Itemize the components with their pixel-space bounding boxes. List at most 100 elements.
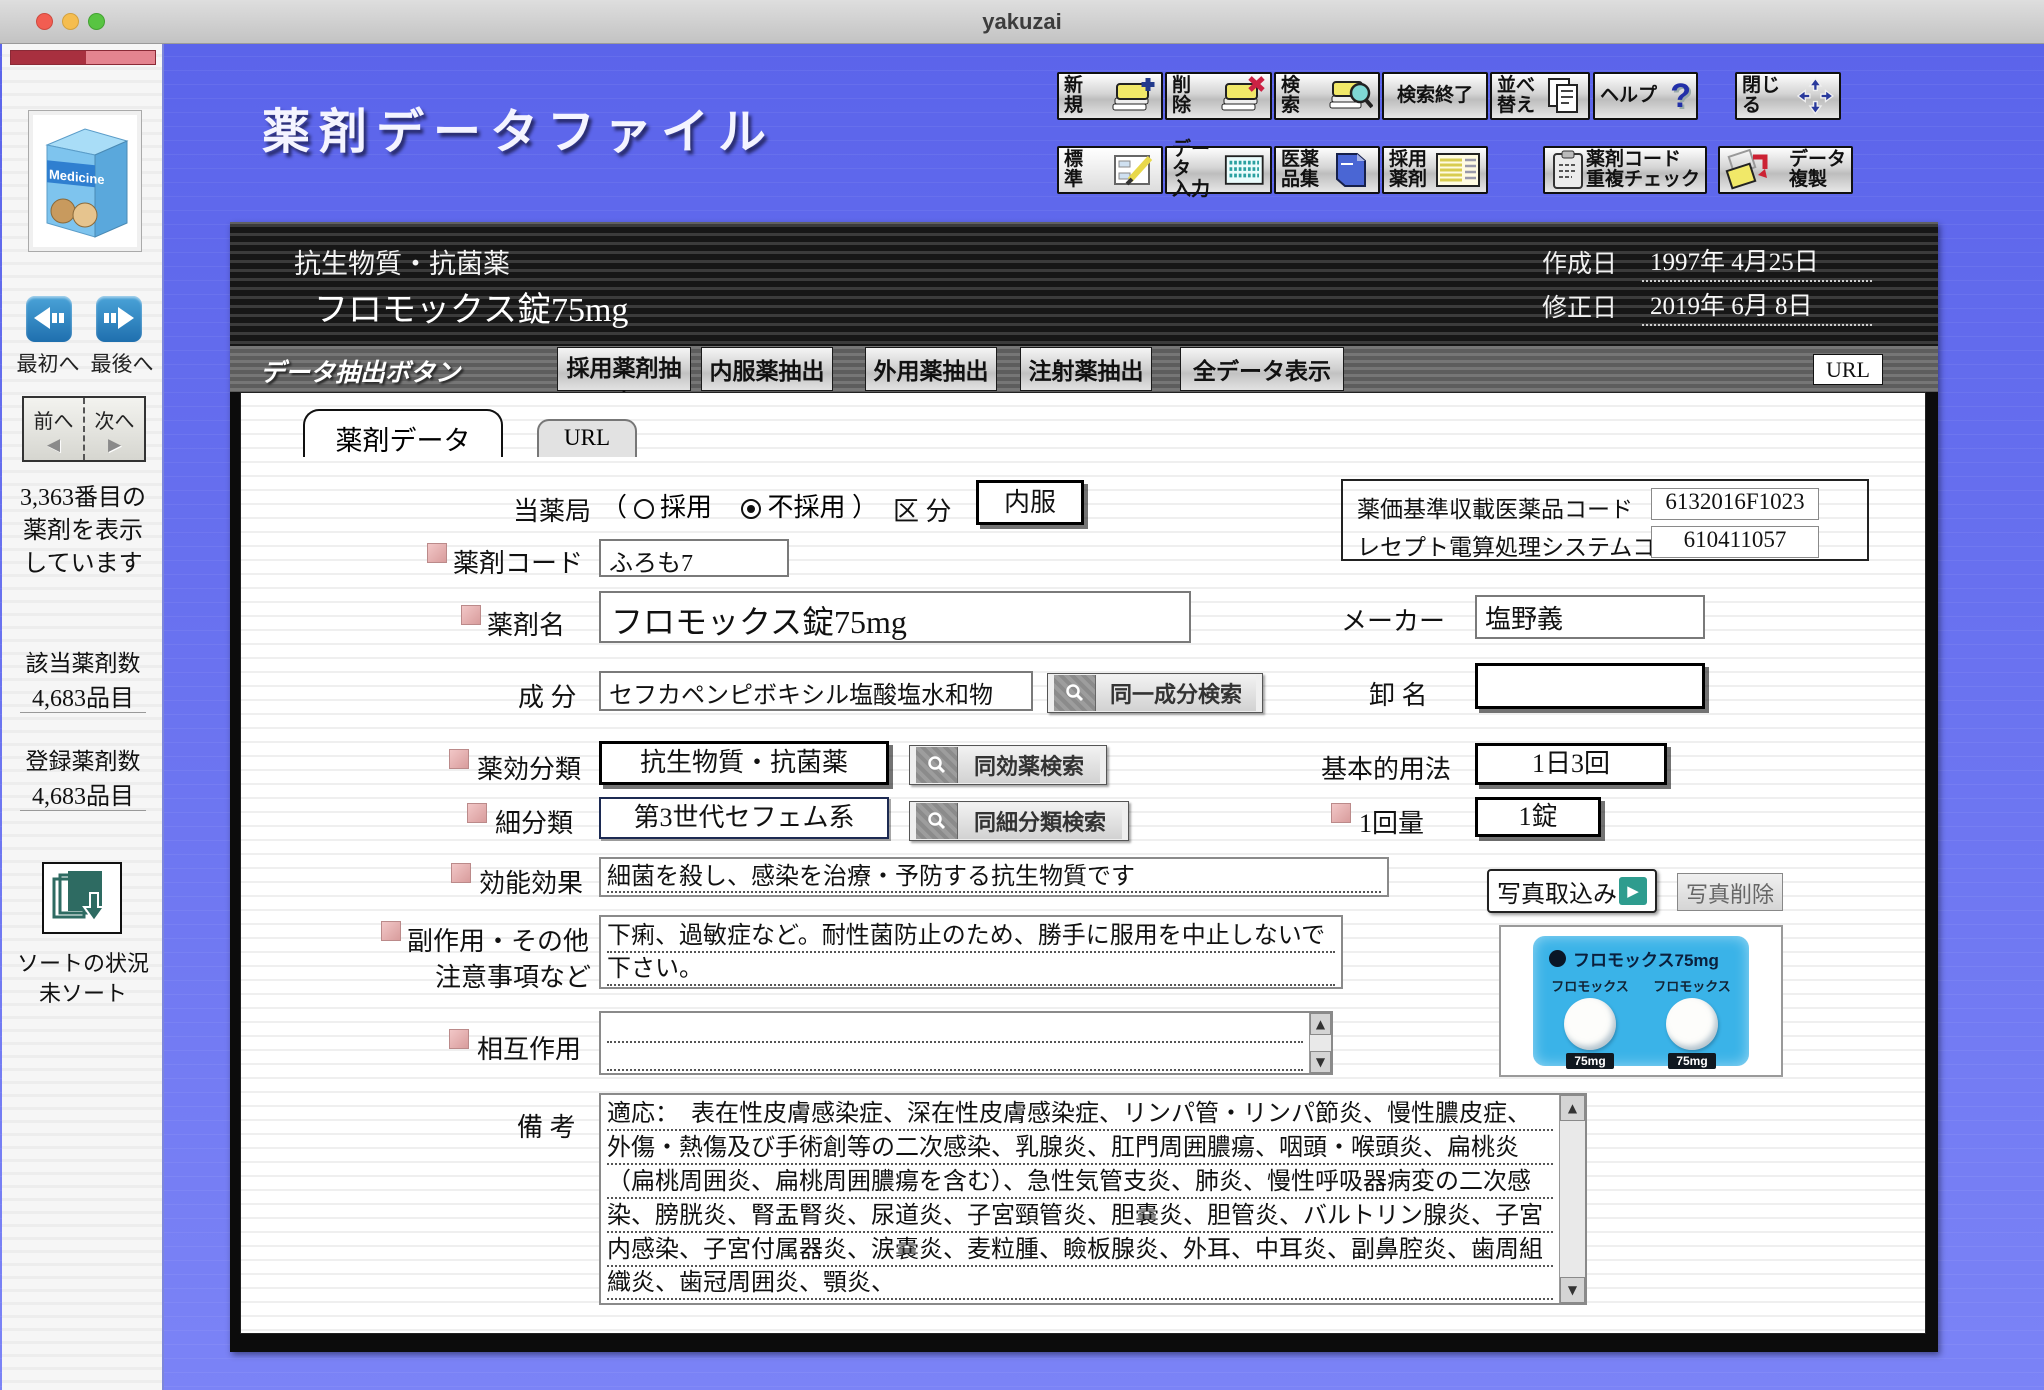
subclass-label: 細分類 <box>495 803 573 840</box>
scroll-up-icon[interactable]: ▲ <box>1310 1013 1331 1035</box>
code-duplicate-check-button[interactable]: 薬剤コード 重複チェック <box>1543 146 1707 194</box>
tab-drug-data[interactable]: 薬剤データ <box>303 409 503 457</box>
divider <box>20 712 146 713</box>
pharmacy-label: 当薬局 <box>513 491 591 528</box>
photo-import-button[interactable]: 写真取込み ▶ <box>1487 869 1657 913</box>
close-layout-button[interactable]: 閉じる <box>1735 72 1841 120</box>
adopted-drugs-button[interactable]: 採用 薬剤 <box>1382 146 1488 194</box>
app-window: yakuzai Medicine 最初へ 最後へ <box>0 0 2044 1390</box>
sidebar-accent-bar <box>10 50 156 65</box>
magnifier-icon <box>916 803 958 839</box>
ingredient-label: 成 分 <box>518 677 577 714</box>
filter-all-data-button[interactable]: 全データ表示 <box>1180 347 1344 391</box>
last-record-button[interactable] <box>96 296 142 342</box>
drug-name-label: 薬剤名 <box>487 605 565 642</box>
notebook-plus-icon <box>1110 76 1156 116</box>
required-marker <box>467 803 487 823</box>
tablet-dose-text: 75mg <box>1668 1053 1715 1069</box>
interaction-scrollbar[interactable]: ▲ ▼ <box>1309 1013 1331 1073</box>
data-entry-button[interactable]: データ 入力 <box>1165 146 1272 194</box>
photo-delete-button[interactable]: 写真削除 <box>1677 873 1783 911</box>
filter-oral-button[interactable]: 内服薬抽出 <box>701 347 833 391</box>
new-record-button[interactable]: 新 規 <box>1057 72 1163 120</box>
magnifier-icon <box>916 747 958 783</box>
required-marker <box>381 921 401 941</box>
required-marker <box>449 1029 469 1049</box>
same-efficacy-search-button[interactable]: 同効薬検索 <box>909 745 1107 785</box>
record-category: 抗生物質・抗菌薬 <box>294 242 510 281</box>
sort-button[interactable]: 並べ 替え <box>1490 72 1590 120</box>
scroll-down-icon[interactable]: ▼ <box>1310 1051 1331 1073</box>
scroll-up-icon[interactable]: ▲ <box>1560 1095 1585 1121</box>
interaction-input[interactable]: ▲ ▼ <box>599 1011 1333 1075</box>
matched-count-label: 該当薬剤数 <box>2 644 164 678</box>
wholesaler-label: 卸 名 <box>1369 675 1428 712</box>
maker-input[interactable]: 塩野義 <box>1475 595 1705 639</box>
filter-external-button[interactable]: 外用薬抽出 <box>865 347 997 391</box>
data-duplicate-button[interactable]: データ 複製 <box>1718 146 1853 194</box>
divider <box>20 810 146 811</box>
side-effect-label-line1: 副作用・その他 <box>407 921 589 958</box>
next-arrow-icon: ▶ <box>108 436 121 453</box>
modified-date-label: 修正日 <box>1542 288 1617 324</box>
sort-status-label: ソートの状況 <box>2 946 164 978</box>
subclass-input[interactable]: 第3世代セフェム系 <box>599 797 889 839</box>
category-value-button[interactable]: 内服 <box>976 480 1084 525</box>
delete-record-button[interactable]: 削 除 <box>1165 72 1272 120</box>
same-ingredient-search-button[interactable]: 同一成分検索 <box>1047 673 1263 713</box>
filter-adopted-button[interactable]: 採用薬剤抽出 <box>557 347 691 391</box>
category-label: 区 分 <box>893 491 952 528</box>
yakka-code-value[interactable]: 6132016F1023 <box>1651 488 1819 520</box>
efficacy-class-input[interactable]: 抗生物質・抗菌薬 <box>599 741 889 785</box>
created-date-label: 作成日 <box>1542 244 1617 280</box>
usage-label: 基本的用法 <box>1321 749 1451 786</box>
end-search-button[interactable]: 検索終了 <box>1382 72 1488 120</box>
prev-record-button[interactable]: 前へ ◀ <box>24 398 85 460</box>
sort-status-value: 未ソート <box>2 976 164 1008</box>
tablet-image <box>1564 998 1616 1050</box>
drug-code-box: 薬価基準収載医薬品コード 6132016F1023 レセプト電算処理システムコー… <box>1341 479 1869 561</box>
search-button[interactable]: 検 索 <box>1274 72 1380 120</box>
notebook-search-icon <box>1327 76 1373 116</box>
app-title: 薬剤データファイル <box>262 92 775 162</box>
required-marker <box>1331 803 1351 823</box>
interaction-label: 相互作用 <box>477 1029 581 1066</box>
side-effect-input[interactable]: 下痢、過敏症など。耐性菌防止のため、勝手に服用を中止しないで 下さい。 <box>599 915 1343 989</box>
help-question-icon: ? <box>1670 79 1691 113</box>
tab-url[interactable]: URL <box>537 419 637 457</box>
required-marker <box>449 749 469 769</box>
help-button[interactable]: ヘルプ ? <box>1593 72 1698 120</box>
maker-label: メーカー <box>1341 601 1445 638</box>
remarks-scrollbar[interactable]: ▲ ▼ <box>1559 1095 1585 1303</box>
filter-injection-button[interactable]: 注射薬抽出 <box>1020 347 1152 391</box>
wholesaler-input[interactable] <box>1475 663 1705 709</box>
radio-not-adopt[interactable] <box>741 499 761 519</box>
ingredient-input[interactable]: セフカペンピボキシル塩酸塩水和物 <box>599 671 1033 711</box>
required-marker <box>461 605 481 625</box>
remarks-input[interactable]: 適応： 表在性皮膚感染症、深在性皮膚感染症、リンパ管・リンパ節炎、慢性膿皮症、 … <box>599 1093 1587 1305</box>
dose-input[interactable]: 1錠 <box>1475 797 1601 837</box>
clipboard-icon <box>1550 149 1586 191</box>
effect-input[interactable]: 細菌を殺し、感染を治療・予防する抗生物質です <box>599 857 1389 897</box>
drug-compendium-button[interactable]: 医薬 品集 <box>1274 146 1380 194</box>
next-record-label: 次へ <box>95 405 135 434</box>
next-record-button[interactable]: 次へ ▶ <box>85 398 144 460</box>
last-record-label: 最後へ <box>84 348 160 378</box>
effect-label: 効能効果 <box>479 863 583 900</box>
same-subclass-search-button[interactable]: 同細分類検索 <box>909 801 1129 841</box>
standard-view-button[interactable]: 標 準 <box>1057 146 1163 194</box>
yakka-code-label: 薬価基準収載医薬品コード <box>1357 490 1633 524</box>
drug-name-input[interactable]: フロモックス錠75mg <box>599 591 1191 643</box>
drug-code-input[interactable]: ふろも7 <box>599 539 789 577</box>
first-record-button[interactable] <box>26 296 72 342</box>
window-titlebar[interactable]: yakuzai <box>0 0 2044 44</box>
url-button[interactable]: URL <box>1813 354 1883 385</box>
tablet-name-text: フロモックス <box>1547 976 1633 995</box>
radio-adopt[interactable] <box>634 499 654 519</box>
receipt-code-value[interactable]: 610411057 <box>1651 526 1819 558</box>
first-record-icon <box>32 305 66 331</box>
scroll-down-icon[interactable]: ▼ <box>1560 1277 1585 1303</box>
usage-input[interactable]: 1日3回 <box>1475 743 1667 785</box>
sidebar: Medicine 最初へ 最後へ 前へ ◀ 次へ ▶ <box>2 44 164 1390</box>
duplicate-data-icon <box>1725 149 1773 191</box>
